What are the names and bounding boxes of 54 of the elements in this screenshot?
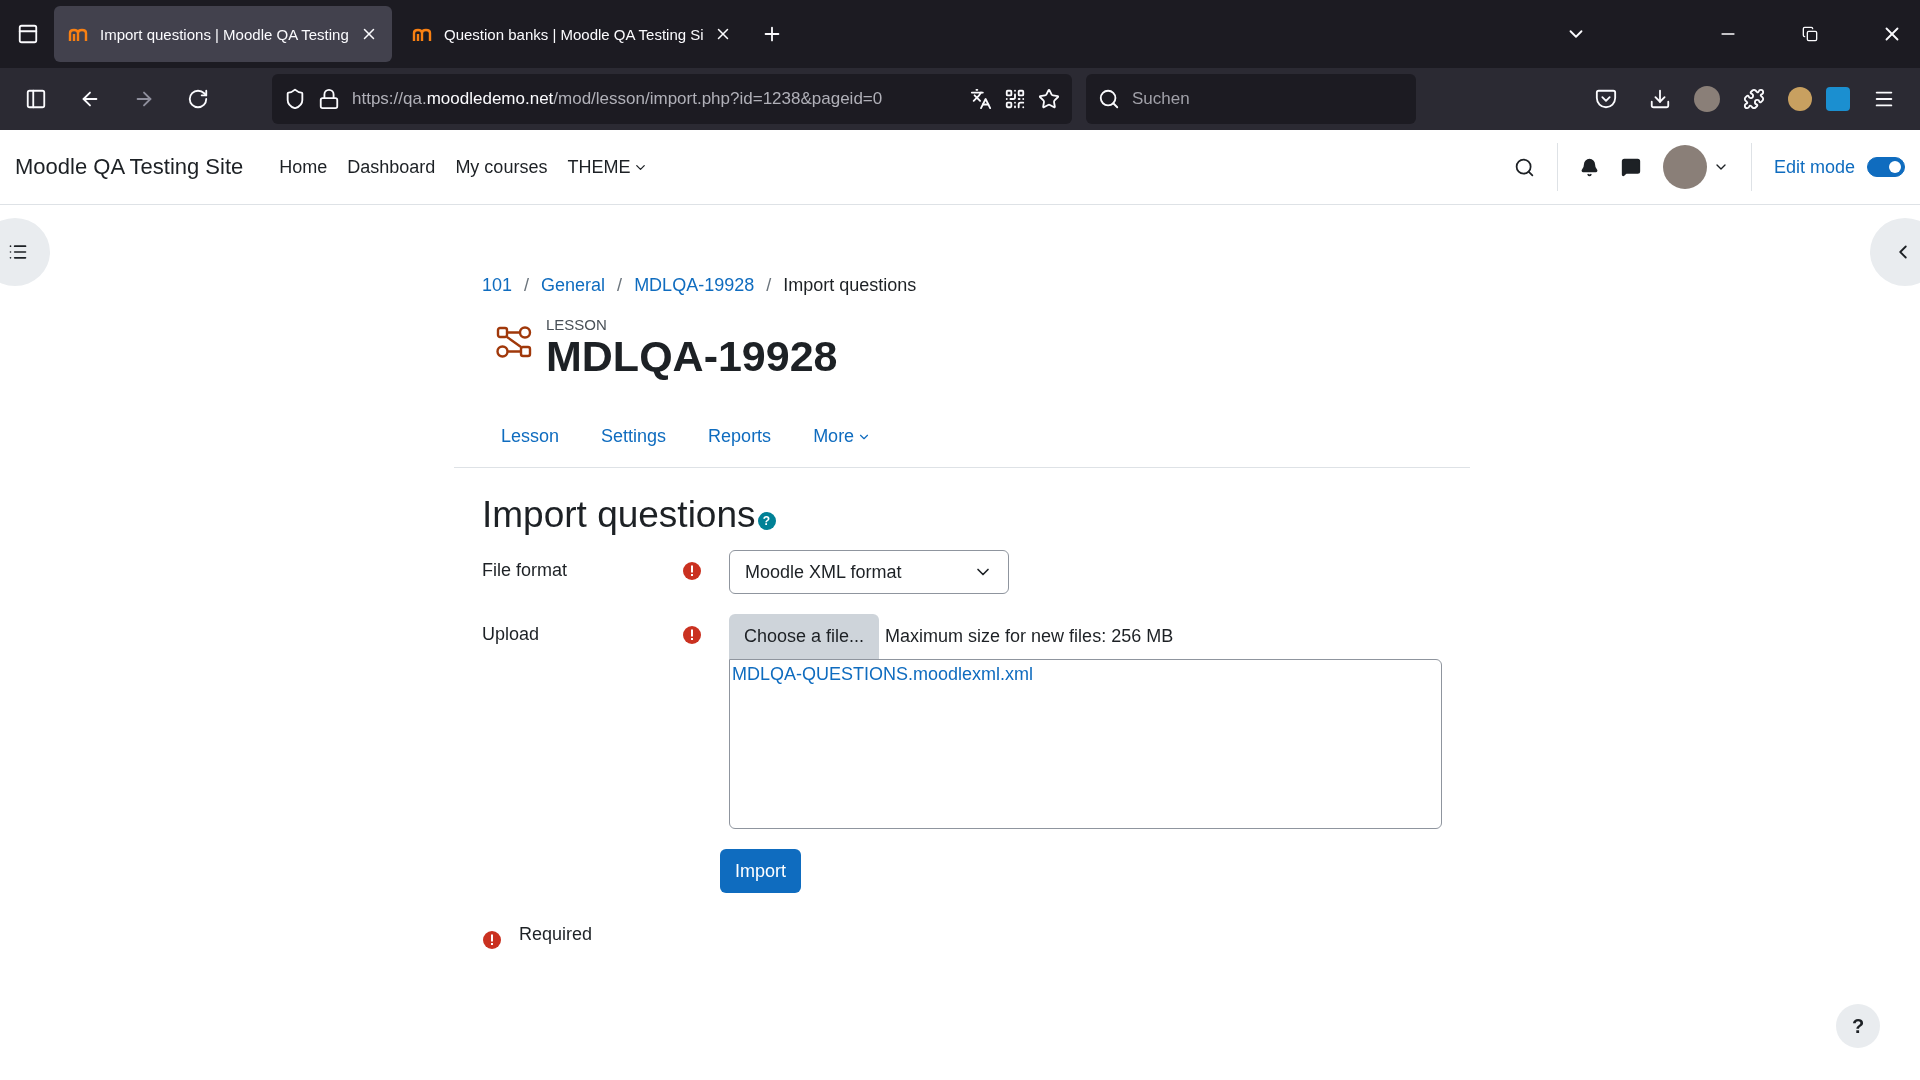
nav-link[interactable]: Dashboard [337,156,446,178]
course-index-button[interactable] [0,218,50,286]
extension-icon[interactable] [1788,87,1812,111]
breadcrumb-link[interactable]: General [541,275,606,296]
form-heading: Import questions [482,494,756,537]
breadcrumb-separator: / [617,275,623,296]
site-name[interactable]: Moodle QA Testing Site [15,154,244,180]
browser-tab[interactable]: Question banks | Moodle QA Testing Si [398,6,746,62]
search-field[interactable]: Suchen [1086,74,1416,124]
edit-mode-label: Edit mode [1773,156,1855,178]
nav-link[interactable]: Home [269,156,338,178]
secondary-nav-tab[interactable]: Settings [582,420,686,454]
import-button[interactable]: Import [720,849,801,894]
field-label: File format [482,559,569,582]
bookmark-star-icon[interactable] [1038,88,1060,110]
search-icon[interactable] [1513,156,1535,178]
breadcrumb-link[interactable]: 101 [482,275,513,296]
help-button[interactable]: ? [757,512,776,531]
shield-icon[interactable] [284,88,306,110]
browser-tab[interactable]: Import questions | Moodle QA Testing [54,6,392,62]
nav-link[interactable]: My courses [445,156,558,178]
qr-code-icon[interactable] [1004,88,1026,110]
required-icon [482,930,502,951]
chat-icon[interactable] [1620,157,1641,177]
list-icon [8,242,28,262]
secondary-nav-tab[interactable]: Lesson [482,420,579,454]
address-bar[interactable]: https://qa.moodledemo.net/mod/lesson/import.php?id=1238&pageid=0 [272,74,1072,124]
profile-avatar[interactable] [1694,86,1720,112]
file-format-select[interactable]: Moodle XML format [729,550,1009,595]
nav-link[interactable]: THEME [557,156,659,178]
choose-file-button[interactable]: Choose a file... [729,614,880,660]
file-link[interactable]: MDLQA-QUESTIONS.moodlexml.xml [732,664,1034,685]
edit-mode-switch[interactable] [1867,157,1905,177]
moodle-logo-icon [412,26,434,42]
bell-icon[interactable] [1579,157,1599,177]
help-button[interactable]: ? [1836,1004,1880,1048]
moodle-logo-icon [68,26,90,42]
file-drop-area[interactable]: MDLQA-QUESTIONS.moodlexml.xml [729,659,1442,830]
breadcrumb-separator: / [766,275,772,296]
activity-title: MDLQA-19928 [546,333,838,381]
search-icon [1098,88,1120,110]
required-note: Required [519,924,593,946]
secondary-nav-tab[interactable]: Reports [689,420,791,454]
breadcrumb-separator: / [524,275,530,296]
field-label: Upload [482,623,541,646]
current-page-label: Import questions [783,275,917,296]
secondary-nav-tab[interactable]: More [794,420,891,454]
user-avatar[interactable] [1662,145,1707,189]
lesson-icon [496,324,532,360]
breadcrumb-link[interactable]: MDLQA-19928 [634,275,755,296]
activity-type: LESSON [546,316,608,333]
translate-icon[interactable] [970,88,992,110]
lock-icon [318,88,340,110]
max-size-note: Maximum size for new files: 256 MB [885,626,1174,648]
